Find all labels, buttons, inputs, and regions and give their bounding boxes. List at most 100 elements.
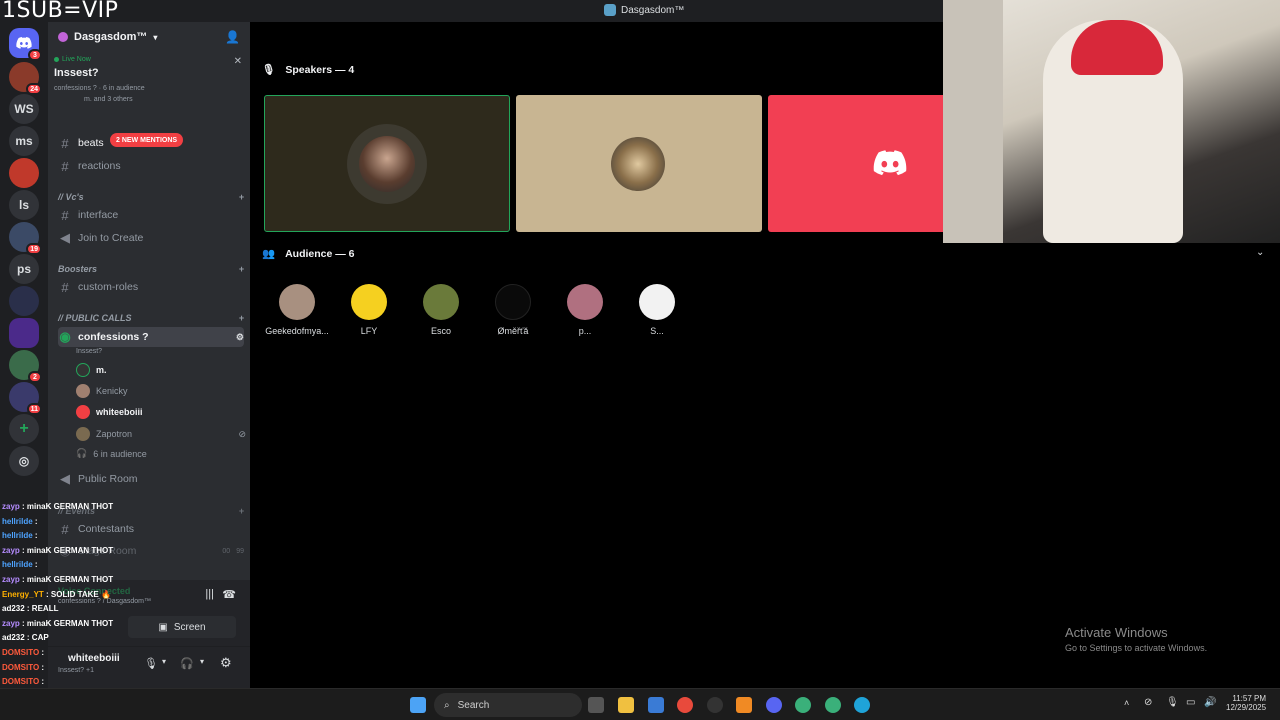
plus-icon[interactable]: + xyxy=(239,313,244,323)
voice-user[interactable]: whiteeboiii xyxy=(76,405,143,419)
audience-member[interactable]: p... xyxy=(550,284,620,336)
channel-public-room[interactable]: ◀ Public Room xyxy=(58,469,244,489)
channel-settings-icon[interactable]: ⚙ xyxy=(236,332,244,343)
clock[interactable]: 11:57 PM 12/29/2025 xyxy=(1226,694,1266,712)
audience-label: Audience — 6 xyxy=(285,247,355,260)
server-icon[interactable]: 24 xyxy=(9,62,42,95)
network-icon[interactable]: ⊘ xyxy=(1144,697,1152,708)
category-boosters[interactable]: Boosters + xyxy=(58,264,244,274)
audience-member[interactable]: LFY xyxy=(334,284,404,336)
chat-user: hellrilde xyxy=(2,516,33,526)
audience-member[interactable]: Esco xyxy=(406,284,476,336)
server-icon[interactable]: 11 xyxy=(9,382,42,415)
channel-join-to-create[interactable]: ◀ Join to Create xyxy=(58,228,244,248)
explore-icon[interactable]: ◎ xyxy=(9,446,39,476)
new-mentions-pill[interactable]: 2 NEW MENTIONS xyxy=(110,133,184,147)
edge-icon[interactable] xyxy=(854,697,870,713)
audience-member[interactable]: S... xyxy=(622,284,692,336)
server-icon[interactable] xyxy=(9,286,39,316)
voice-user[interactable]: Zapotron ⊘ xyxy=(76,427,246,441)
chevron-down-icon[interactable]: ⌄ xyxy=(1256,247,1264,258)
server-icon-ps[interactable]: ps xyxy=(9,254,39,284)
audience-member[interactable]: Geekedofmya... xyxy=(262,284,332,336)
category-vcs[interactable]: // Vc's + xyxy=(58,192,244,202)
server-icon[interactable] xyxy=(9,158,39,188)
category-public-calls[interactable]: // PUBLIC CALLS + xyxy=(58,313,244,323)
discord-taskbar-icon[interactable] xyxy=(766,697,782,713)
channel-reactions[interactable]: # reactions xyxy=(58,156,244,176)
webcam-door xyxy=(943,0,1003,243)
display-icon[interactable]: ▭ xyxy=(1186,697,1195,708)
search-label: Search xyxy=(457,699,490,711)
chat-line: zayp : minaK GERMAN THOT xyxy=(2,619,113,628)
chat-line: hellrilde : xyxy=(2,560,38,569)
server-header[interactable]: Dasgasdom™ ▾ 👤 xyxy=(48,22,250,52)
chat-line: hellrilde : xyxy=(2,517,38,526)
clock-date: 12/29/2025 xyxy=(1226,703,1267,712)
close-icon[interactable]: ✕ xyxy=(234,56,242,67)
voice-user[interactable]: Kenicky xyxy=(76,384,128,398)
microphone-tray-icon[interactable]: 🎙 xyxy=(1166,697,1179,708)
browser-icon[interactable] xyxy=(825,697,841,713)
channel-interface[interactable]: # interface xyxy=(58,205,244,225)
chat-line: ad232 : CAP xyxy=(2,633,49,642)
headphones-icon: 🎧 xyxy=(76,448,88,458)
channel-custom-roles[interactable]: # custom-roles xyxy=(58,277,244,297)
chat-message: minaK GERMAN THOT xyxy=(26,575,114,584)
home-discord-icon[interactable]: 3 xyxy=(9,28,42,61)
audience-name: S... xyxy=(650,326,664,336)
audience-name: Øměřťă xyxy=(497,326,529,336)
channel-sub: Inssest? xyxy=(76,348,103,355)
server-icon[interactable]: 2 xyxy=(9,350,42,383)
avatar xyxy=(639,284,675,320)
watermark-sub: Go to Settings to activate Windows. xyxy=(1065,643,1208,653)
chrome-icon[interactable] xyxy=(677,697,693,713)
audience-count[interactable]: 🎧 6 in audience xyxy=(76,448,147,459)
avatar xyxy=(359,136,415,192)
channel-label: Join to Create xyxy=(78,232,144,244)
avatar-ring xyxy=(347,124,427,204)
search-icon: ⌕ xyxy=(444,699,450,711)
audience-member[interactable]: Øměřťă xyxy=(478,284,548,336)
speaker-tile[interactable] xyxy=(264,95,510,232)
plus-icon[interactable]: + xyxy=(239,192,244,202)
chat-user: zayp xyxy=(2,618,20,628)
server-icon-ms[interactable]: ms xyxy=(9,126,39,156)
voice-user[interactable]: m. xyxy=(76,363,107,377)
voice-user-name: Zapotron xyxy=(96,429,133,439)
category-label: // Vc's xyxy=(58,192,84,202)
speaker-tile[interactable] xyxy=(516,95,762,232)
channel-label: interface xyxy=(78,209,119,221)
chat-user: zayp xyxy=(2,502,20,511)
chat-separator: : xyxy=(24,633,32,643)
invite-people-icon[interactable]: 👤 xyxy=(225,30,240,44)
chat-line: DOMSITO : xyxy=(2,677,44,686)
server-icon[interactable]: 19 xyxy=(9,222,42,255)
obs-icon[interactable] xyxy=(707,697,723,713)
browser-icon[interactable] xyxy=(795,697,811,713)
server-icon[interactable] xyxy=(9,318,39,348)
server-icon-ws[interactable]: WS xyxy=(9,94,39,124)
hash-icon: # xyxy=(61,207,69,223)
add-server-icon[interactable]: + xyxy=(9,414,39,444)
clock-time: 11:57 PM xyxy=(1232,694,1266,703)
store-icon[interactable] xyxy=(648,697,664,713)
taskbar-search[interactable]: ⌕ Search xyxy=(434,693,582,717)
chevron-up-icon[interactable]: ˄ xyxy=(1124,698,1129,708)
volume-icon[interactable]: 🔊 xyxy=(1204,697,1216,708)
avatar xyxy=(76,384,90,398)
live-people: m. and 3 others xyxy=(84,96,133,103)
live-now-card[interactable]: Live Now Inssest? confessions ? · 6 in a… xyxy=(54,56,246,124)
audience-count-text: 6 in audience xyxy=(93,448,147,459)
window-title-text: Dasgasdom™ xyxy=(621,4,685,16)
server-icon-ls[interactable]: ls xyxy=(9,190,39,220)
stage-icon: ◉ xyxy=(59,329,71,344)
windows-start-icon[interactable] xyxy=(410,697,426,713)
chat-user: DOMSITO xyxy=(2,677,40,687)
chat-user: ad232 xyxy=(2,604,25,614)
file-explorer-icon[interactable] xyxy=(618,697,634,713)
plus-icon[interactable]: + xyxy=(239,264,244,274)
app-icon[interactable] xyxy=(736,697,752,713)
channel-confessions[interactable]: ◉ confessions ? ⚙ xyxy=(58,327,244,347)
task-view-icon[interactable] xyxy=(588,697,604,713)
